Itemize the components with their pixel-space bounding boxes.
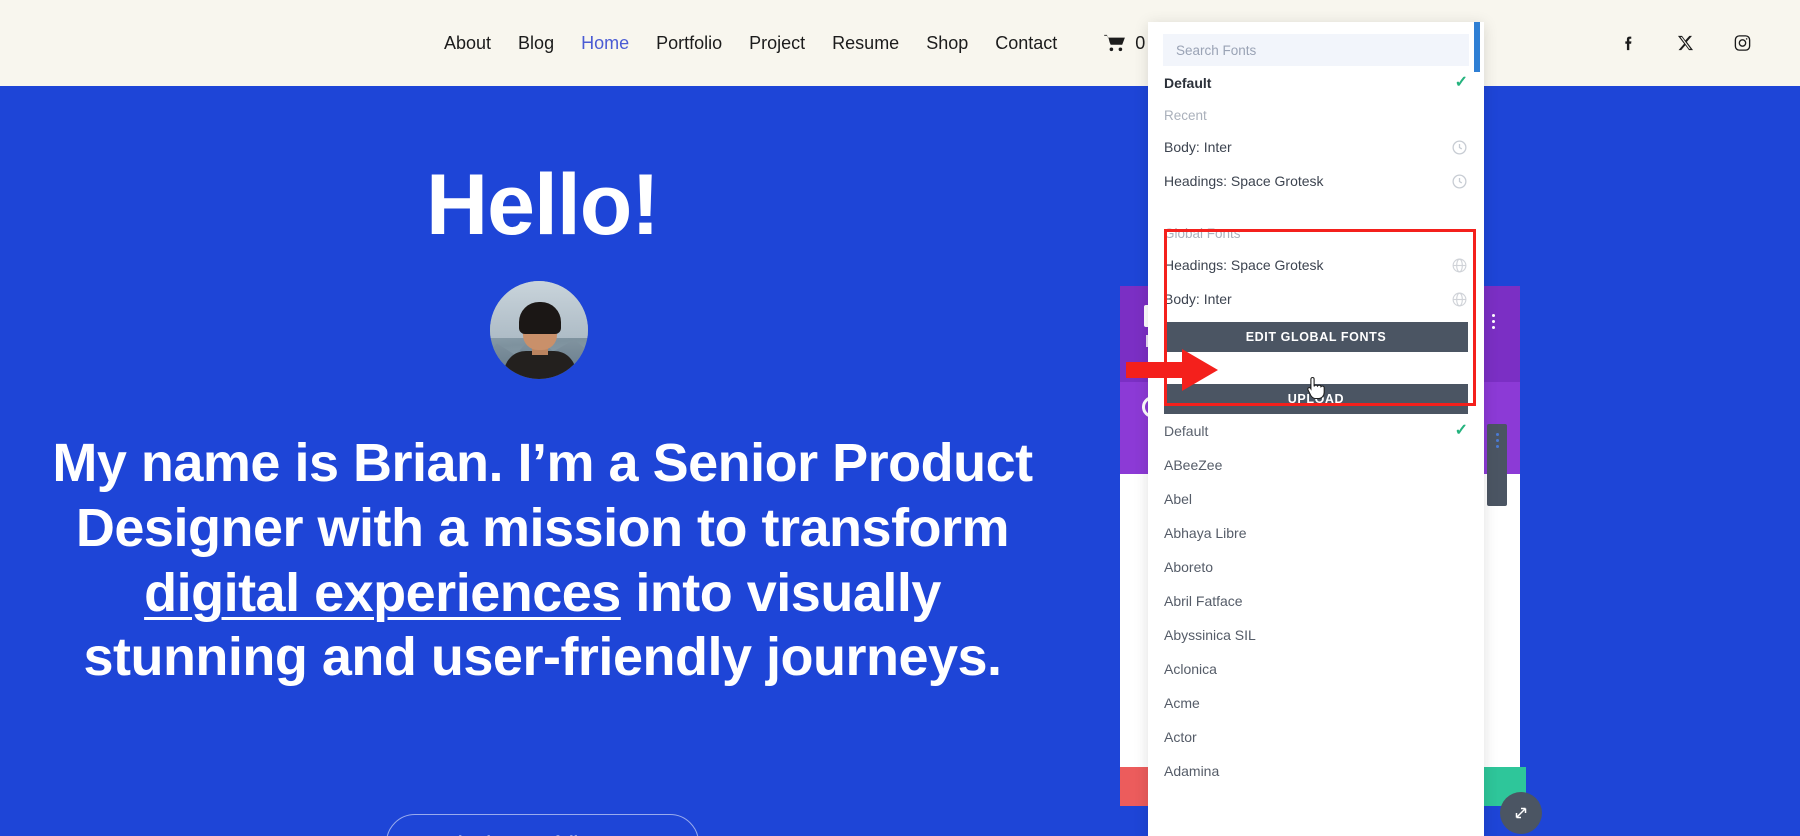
- nav-item-shop[interactable]: Shop: [926, 33, 968, 54]
- site-header: About Blog Home Portfolio Project Resume…: [0, 0, 1800, 86]
- font-list-item-label: Aboreto: [1164, 559, 1214, 575]
- recent-font-label: Body: Inter: [1164, 139, 1232, 155]
- nav-item-resume[interactable]: Resume: [832, 33, 899, 54]
- global-font-label: Headings: Space Grotesk: [1164, 257, 1324, 273]
- recent-font-body-inter[interactable]: Body: Inter: [1148, 130, 1484, 164]
- recent-section-label: Recent: [1164, 107, 1207, 123]
- font-list-item[interactable]: Adamina: [1148, 754, 1484, 788]
- font-list-item-label: ABeeZee: [1164, 457, 1223, 473]
- hero-paragraph: My name is Brian. I’m a Senior Product D…: [0, 431, 1085, 690]
- font-list-item[interactable]: Abel: [1148, 482, 1484, 516]
- font-list-item-label: Abhaya Libre: [1164, 525, 1247, 541]
- font-list-item-label: Adamina: [1164, 763, 1220, 779]
- search-fonts-input[interactable]: Search Fonts: [1163, 34, 1469, 66]
- nav-item-about[interactable]: About: [444, 33, 491, 54]
- panel-divider: [1148, 198, 1484, 212]
- font-list-item-label: Default: [1164, 423, 1209, 439]
- editor-block-menu-icon[interactable]: [1492, 314, 1495, 329]
- red-pointer-arrow: [1126, 349, 1218, 396]
- hero-paragraph-underlined: digital experiences: [144, 562, 621, 623]
- globe-icon: [1451, 291, 1468, 308]
- nav-item-portfolio[interactable]: Portfolio: [656, 33, 722, 54]
- font-list-item-label: Abyssinica SIL: [1164, 627, 1256, 643]
- nav-item-contact[interactable]: Contact: [995, 33, 1057, 54]
- font-list-item[interactable]: ABeeZee: [1148, 448, 1484, 482]
- globe-icon: [1451, 257, 1468, 274]
- font-list-item[interactable]: Abhaya Libre: [1148, 516, 1484, 550]
- edit-global-fonts-button[interactable]: EDIT GLOBAL FONTS: [1164, 322, 1468, 352]
- editor-block-menu-icon-2[interactable]: [1496, 433, 1499, 448]
- download-portfolio-button[interactable]: Download My Portfolio & Resume: [386, 814, 699, 836]
- avatar-torso: [504, 351, 576, 379]
- instagram-icon[interactable]: [1733, 34, 1752, 53]
- browser-scrollbar-thumb[interactable]: [1474, 22, 1480, 72]
- global-font-headings[interactable]: Headings: Space Grotesk: [1148, 248, 1484, 282]
- clock-icon: [1451, 139, 1468, 156]
- font-list-item-label: Abril Fatface: [1164, 593, 1243, 609]
- font-list-item[interactable]: Acme: [1148, 686, 1484, 720]
- global-font-body[interactable]: Body: Inter: [1148, 282, 1484, 316]
- check-icon: ✓: [1454, 422, 1468, 439]
- font-list-item[interactable]: Aclonica: [1148, 652, 1484, 686]
- global-fonts-group: Global Fonts Headings: Space Grotesk Bod…: [1148, 212, 1484, 362]
- font-option-default-label: Default: [1164, 75, 1212, 91]
- facebook-icon[interactable]: [1619, 34, 1638, 53]
- font-option-default[interactable]: Default ✓: [1148, 66, 1484, 100]
- font-list-item-label: Aclonica: [1164, 661, 1217, 677]
- font-list-item-label: Acme: [1164, 695, 1200, 711]
- nav-item-project[interactable]: Project: [749, 33, 805, 54]
- main-navigation: About Blog Home Portfolio Project Resume…: [444, 32, 1266, 54]
- hero-section: Hello! My name is Brian. I’m a Senior Pr…: [0, 86, 1800, 836]
- font-list-item[interactable]: Aboreto: [1148, 550, 1484, 584]
- font-list-item[interactable]: Actor: [1148, 720, 1484, 754]
- global-font-label: Body: Inter: [1164, 291, 1232, 307]
- shopping-cart-icon: [1104, 34, 1126, 52]
- hero-paragraph-part1: My name is Brian. I’m a Senior Product D…: [52, 433, 1033, 558]
- avatar: [490, 281, 588, 379]
- avatar-hair: [519, 302, 561, 334]
- font-list-item[interactable]: Abyssinica SIL: [1148, 618, 1484, 652]
- mouse-cursor: [1306, 376, 1326, 400]
- nav-item-blog[interactable]: Blog: [518, 33, 554, 54]
- clock-icon: [1451, 173, 1468, 190]
- check-icon: ✓: [1454, 74, 1468, 91]
- recent-font-headings-space-grotesk[interactable]: Headings: Space Grotesk: [1148, 164, 1484, 198]
- font-list-item-label: Abel: [1164, 491, 1193, 507]
- resize-handle-button[interactable]: [1500, 792, 1542, 834]
- recent-font-label: Headings: Space Grotesk: [1164, 173, 1324, 189]
- hero-heading: Hello!: [426, 157, 660, 253]
- font-list-item-default[interactable]: Default ✓: [1148, 414, 1484, 448]
- global-fonts-section-label: Global Fonts: [1164, 225, 1241, 241]
- social-links: [1619, 34, 1752, 53]
- x-twitter-icon[interactable]: [1676, 34, 1695, 53]
- font-picker-panel: Search Fonts Default ✓ Recent Body: Inte…: [1148, 22, 1484, 836]
- font-list-item[interactable]: Abril Fatface: [1148, 584, 1484, 618]
- nav-item-home[interactable]: Home: [581, 33, 629, 54]
- font-list-item-label: Actor: [1164, 729, 1197, 745]
